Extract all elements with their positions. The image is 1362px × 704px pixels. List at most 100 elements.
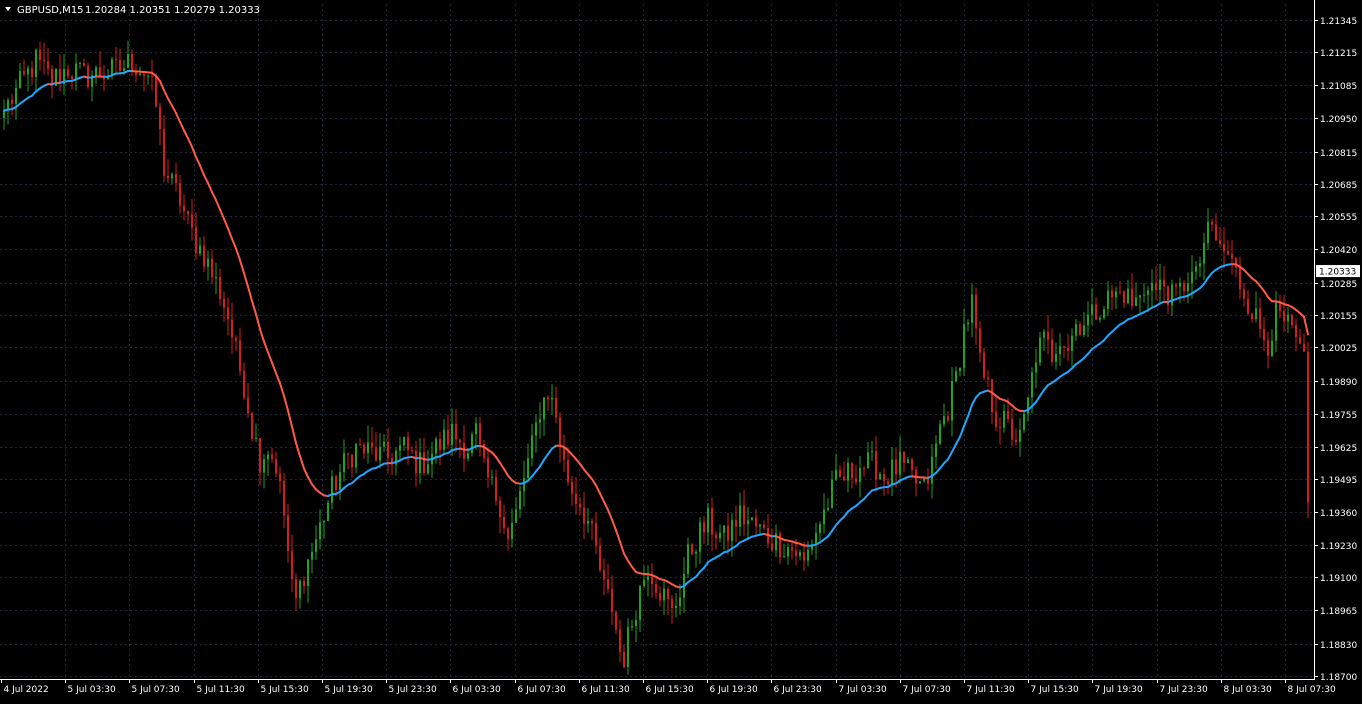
bull-candle xyxy=(1075,324,1077,336)
bear-candle xyxy=(1259,308,1261,329)
bull-candle xyxy=(1139,295,1141,297)
bull-candle xyxy=(647,576,649,580)
bull-candle xyxy=(1039,338,1041,363)
ohlc-values: 1.20284 1.20351 1.20279 1.20333 xyxy=(85,5,260,16)
bull-candle xyxy=(827,508,829,510)
bear-candle xyxy=(1007,411,1009,419)
bear-candle xyxy=(179,183,181,206)
bull-candle xyxy=(467,453,469,459)
bear-candle xyxy=(191,214,193,227)
bull-candle xyxy=(491,477,493,478)
bull-candle xyxy=(1019,430,1021,442)
bull-candle xyxy=(75,64,77,79)
bull-candle xyxy=(1135,297,1137,306)
bull-candle xyxy=(1151,283,1153,291)
bear-candle xyxy=(1231,254,1233,258)
bear-candle xyxy=(151,76,153,77)
chart-window[interactable]: 1.213451.212151.210851.209501.208151.206… xyxy=(0,0,1362,700)
bull-candle xyxy=(587,521,589,524)
bull-candle xyxy=(1191,272,1193,284)
bull-candle xyxy=(943,416,945,424)
bull-candle xyxy=(687,544,689,574)
bull-candle xyxy=(451,424,453,445)
bear-candle xyxy=(423,452,425,473)
y-tick-label: 1.21085 xyxy=(1320,82,1357,92)
x-tick-label: 5 Jul 15:30 xyxy=(261,685,310,695)
bull-candle xyxy=(871,451,873,452)
bull-candle xyxy=(127,54,129,68)
bear-candle xyxy=(283,481,285,515)
bear-candle xyxy=(1251,314,1253,319)
y-tick-label: 1.20555 xyxy=(1320,213,1357,223)
bull-candle xyxy=(1043,332,1045,338)
bear-candle xyxy=(43,60,45,61)
bear-candle xyxy=(1247,299,1249,314)
bear-candle xyxy=(883,474,885,481)
bull-candle xyxy=(907,459,909,463)
bull-candle xyxy=(35,50,37,77)
bear-candle xyxy=(711,508,713,535)
x-tick-label: 5 Jul 03:30 xyxy=(68,685,117,695)
bull-candle xyxy=(1107,291,1109,309)
bull-candle xyxy=(1159,280,1161,290)
y-tick-label: 1.21215 xyxy=(1320,49,1357,59)
bear-candle xyxy=(851,463,853,478)
bear-candle xyxy=(231,319,233,337)
bull-candle xyxy=(1203,243,1205,264)
bear-candle xyxy=(575,494,577,504)
bear-candle xyxy=(863,468,865,469)
symbol-label: GBPUSD,M15 xyxy=(17,5,84,16)
x-tick-label: 7 Jul 03:30 xyxy=(839,685,888,695)
bear-candle xyxy=(1239,268,1241,289)
bear-candle xyxy=(1175,284,1177,286)
bear-candle xyxy=(455,424,457,439)
bull-candle xyxy=(327,503,329,521)
bear-candle xyxy=(195,227,197,253)
bull-candle xyxy=(535,423,537,436)
bear-candle xyxy=(499,501,501,517)
bear-candle xyxy=(275,459,277,474)
bull-candle xyxy=(339,472,341,490)
bull-candle xyxy=(1087,315,1089,326)
price-chart[interactable]: 1.213451.212151.210851.209501.208151.206… xyxy=(0,0,1362,700)
bear-candle xyxy=(771,543,773,550)
bull-candle xyxy=(19,71,21,88)
bear-candle xyxy=(303,581,305,586)
bull-candle xyxy=(931,457,933,484)
bear-candle xyxy=(1123,291,1125,303)
bull-candle xyxy=(635,620,637,626)
symbol-header[interactable]: GBPUSD,M15 1.20284 1.20351 1.20279 1.203… xyxy=(5,5,260,16)
bear-candle xyxy=(271,454,273,459)
bear-candle xyxy=(11,100,13,104)
current-price-tag: 1.20333 xyxy=(1316,265,1360,278)
bear-candle xyxy=(703,522,705,532)
bear-candle xyxy=(251,413,253,439)
bear-candle xyxy=(591,521,593,523)
bear-candle xyxy=(1011,419,1013,440)
y-tick-label: 1.20685 xyxy=(1320,181,1357,191)
bear-candle xyxy=(23,71,25,74)
bear-candle xyxy=(595,523,597,546)
bull-candle xyxy=(515,509,517,523)
bear-candle xyxy=(235,337,237,340)
bull-candle xyxy=(1031,372,1033,397)
bear-candle xyxy=(187,211,189,214)
bear-candle xyxy=(351,455,353,468)
bull-candle xyxy=(343,453,345,472)
bear-candle xyxy=(691,544,693,554)
bear-candle xyxy=(291,551,293,579)
bear-candle xyxy=(567,460,569,482)
bull-candle xyxy=(111,59,113,76)
x-tick-label: 7 Jul 23:30 xyxy=(1160,685,1209,695)
bear-candle xyxy=(1243,289,1245,298)
bear-candle xyxy=(1047,332,1049,340)
bull-candle xyxy=(331,477,333,503)
x-tick-label: 7 Jul 15:30 xyxy=(1031,685,1080,695)
bull-candle xyxy=(807,550,809,561)
bear-candle xyxy=(795,551,797,556)
bear-candle xyxy=(555,398,557,417)
bull-candle xyxy=(299,581,301,598)
bull-candle xyxy=(95,67,97,75)
bull-candle xyxy=(899,452,901,475)
bear-candle xyxy=(47,61,49,69)
